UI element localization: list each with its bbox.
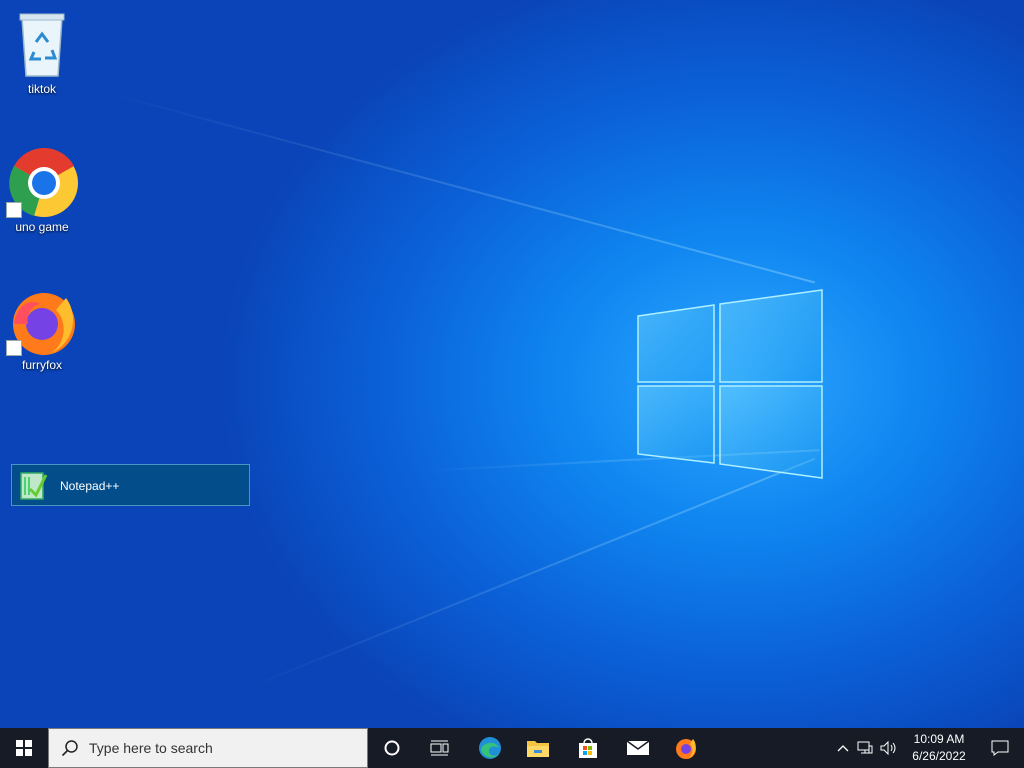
speaker-icon xyxy=(880,741,896,755)
drag-preview-notepad-plus-plus[interactable]: Notepad++ xyxy=(11,464,250,506)
desktop-icon-furryfox[interactable]: furryfox xyxy=(4,284,80,372)
desktop-icon-tiktok[interactable]: tiktok xyxy=(4,8,80,96)
search-placeholder: Type here to search xyxy=(89,740,213,756)
clock[interactable]: 10:09 AM 6/26/2022 xyxy=(902,731,976,765)
recycle-bin-icon xyxy=(6,8,78,80)
wallpaper-beam xyxy=(99,90,816,284)
store-button[interactable] xyxy=(564,728,612,768)
system-tray: 10:09 AM 6/26/2022 xyxy=(832,728,1024,768)
drag-preview-label: Notepad++ xyxy=(60,479,120,493)
edge-icon xyxy=(479,737,501,759)
desktop-icon-uno-game[interactable]: uno game xyxy=(4,146,80,234)
network-button[interactable] xyxy=(854,728,876,768)
clock-date: 6/26/2022 xyxy=(912,749,966,763)
network-icon xyxy=(857,741,873,754)
task-view-button[interactable] xyxy=(416,728,464,768)
task-view-icon xyxy=(430,740,449,756)
firefox-icon xyxy=(676,739,696,759)
clock-time: 10:09 AM xyxy=(913,732,965,746)
mail-button[interactable] xyxy=(614,728,662,768)
shortcut-arrow-icon xyxy=(6,340,22,356)
search-icon xyxy=(61,740,78,757)
search-box[interactable]: Type here to search xyxy=(48,728,368,768)
wallpaper-beam xyxy=(239,457,816,692)
notifications-button[interactable] xyxy=(976,728,1024,768)
windows-start-icon xyxy=(16,740,32,756)
show-hidden-icons-button[interactable] xyxy=(832,728,854,768)
file-explorer-icon xyxy=(527,741,549,757)
volume-button[interactable] xyxy=(876,728,902,768)
mail-icon xyxy=(626,740,650,755)
file-explorer-button[interactable] xyxy=(514,728,562,768)
firefox-taskbar-button[interactable] xyxy=(662,728,710,768)
desktop-icon-label: uno game xyxy=(15,220,69,234)
store-icon xyxy=(579,738,597,758)
start-button[interactable] xyxy=(0,728,48,768)
shortcut-arrow-icon xyxy=(6,202,22,218)
desktop-icon-label: furryfox xyxy=(21,358,62,372)
chrome-icon xyxy=(6,146,78,218)
firefox-icon xyxy=(6,284,78,356)
cortana-icon xyxy=(384,740,400,756)
notepad-plus-plus-icon xyxy=(20,472,48,500)
edge-button[interactable] xyxy=(466,728,514,768)
notification-icon xyxy=(991,740,1009,756)
windows-logo xyxy=(637,289,823,479)
chevron-up-icon xyxy=(837,745,849,752)
desktop-icon-label: tiktok xyxy=(27,82,56,96)
taskbar: Type here to search 10:09 AM 6/26/2022 xyxy=(0,728,1024,768)
cortana-button[interactable] xyxy=(368,728,416,768)
desktop[interactable]: tiktok uno game furryfox Notepad++ xyxy=(0,0,1024,728)
